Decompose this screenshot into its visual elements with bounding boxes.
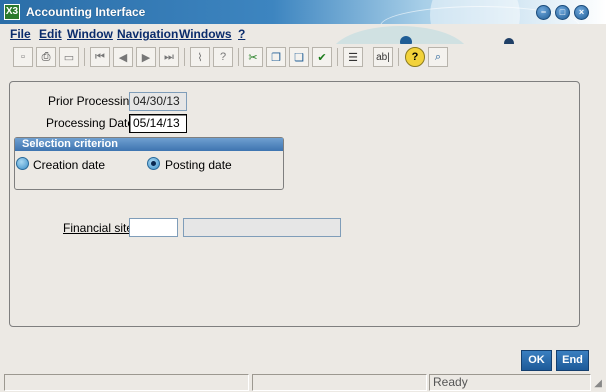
previous-record-icon[interactable]: ◀: [113, 47, 133, 67]
status-panel: [252, 374, 427, 391]
new-document-icon[interactable]: ▫: [13, 47, 33, 67]
toolbar-separator: [84, 48, 85, 66]
maximize-button[interactable]: □: [555, 5, 570, 20]
toolbar-separator: [337, 48, 338, 66]
toolbar-separator: [184, 48, 185, 66]
posting-date-label: Posting date: [165, 158, 232, 172]
print-preview-icon[interactable]: ▭: [59, 47, 79, 67]
menu-file[interactable]: File: [10, 27, 31, 41]
resize-grip-icon[interactable]: ◢: [594, 378, 602, 389]
creation-date-radio[interactable]: [16, 157, 29, 170]
next-record-icon[interactable]: ▶: [136, 47, 156, 67]
help-icon[interactable]: ?: [213, 47, 233, 67]
menu-window[interactable]: Window: [67, 27, 113, 41]
menu-navigation[interactable]: Navigation: [117, 27, 178, 41]
menu-decoration-dot: [400, 36, 412, 44]
toolbar: ▫ ⎙ ▭ ⏮ ◀ ▶ ⏭ ⌇ ? ✂ ❐ ❏ ✔ ☰ ab| ? ⌕: [0, 44, 606, 70]
validate-icon[interactable]: ✔: [312, 47, 332, 67]
menu-windows[interactable]: Windows: [179, 27, 232, 41]
toolbar-separator: [398, 48, 399, 66]
status-ready: Ready: [429, 374, 591, 391]
paste-icon[interactable]: ❏: [289, 47, 309, 67]
attachment-icon[interactable]: ⌇: [190, 47, 210, 67]
last-record-icon[interactable]: ⏭: [159, 47, 179, 67]
posting-date-radio[interactable]: [147, 157, 160, 170]
status-panel: [4, 374, 249, 391]
menu-help[interactable]: ?: [238, 27, 245, 41]
financial-site-label[interactable]: Financial site: [63, 221, 133, 235]
menu-edit[interactable]: Edit: [39, 27, 62, 41]
selection-criterion-title: Selection criterion: [15, 138, 283, 151]
prior-processing-field: 04/30/13: [129, 92, 187, 111]
window-title: Accounting Interface: [26, 5, 146, 19]
end-button[interactable]: End: [556, 350, 589, 371]
ok-button[interactable]: OK: [521, 350, 552, 371]
prior-processing-label: Prior Processing: [48, 94, 137, 108]
toolbar-separator: [238, 48, 239, 66]
processing-date-input[interactable]: 05/14/13: [129, 114, 187, 133]
financial-site-description: [183, 218, 341, 237]
financial-site-input[interactable]: [129, 218, 178, 237]
minimize-button[interactable]: −: [536, 5, 551, 20]
help-question-icon[interactable]: ?: [405, 47, 425, 67]
first-record-icon[interactable]: ⏮: [90, 47, 110, 67]
menu-bar: File Edit Window Navigation Windows ?: [0, 24, 606, 44]
status-bar: Ready ◢: [0, 373, 606, 392]
app-icon: X3: [4, 4, 20, 20]
properties-icon[interactable]: ☰: [343, 47, 363, 67]
title-bar: X3 Accounting Interface − □ ×: [0, 0, 606, 24]
search-help-icon[interactable]: ⌕: [428, 47, 448, 67]
print-icon[interactable]: ⎙: [36, 47, 56, 67]
creation-date-label: Creation date: [33, 158, 106, 172]
processing-date-label: Processing Date: [46, 116, 135, 130]
close-button[interactable]: ×: [574, 5, 589, 20]
copy-icon[interactable]: ❐: [266, 47, 286, 67]
text-field-icon[interactable]: ab|: [373, 47, 393, 67]
cut-icon[interactable]: ✂: [243, 47, 263, 67]
